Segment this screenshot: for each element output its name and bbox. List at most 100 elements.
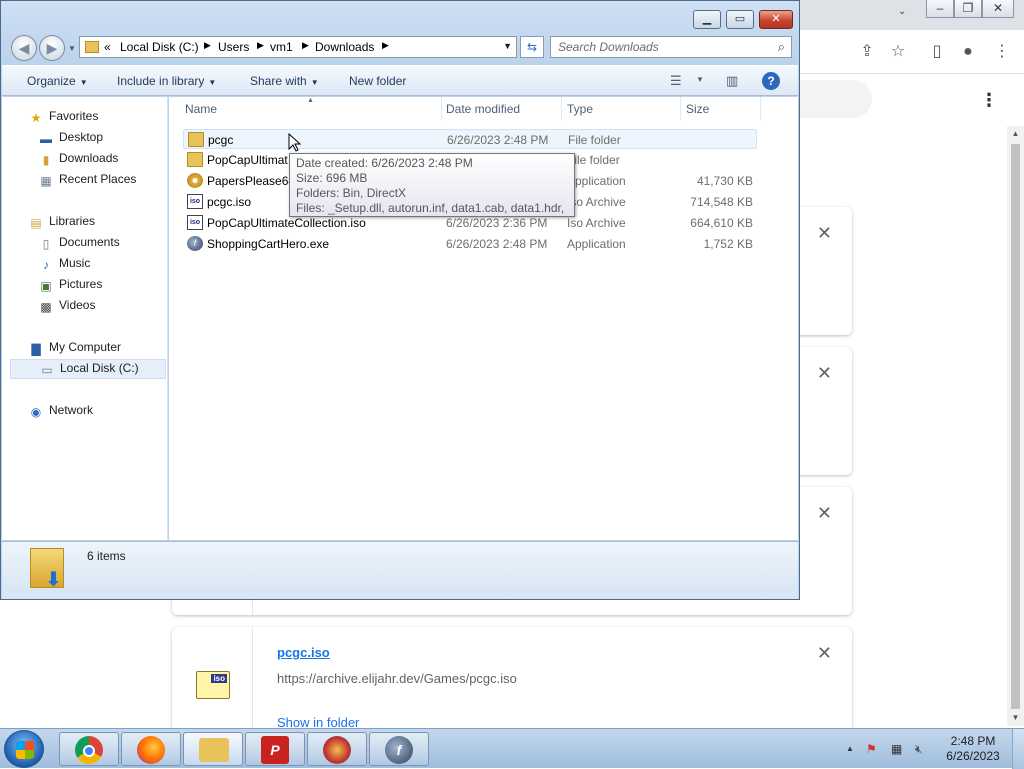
tooltip-date-created: Date created: 6/26/2023 2:48 PM	[296, 156, 473, 170]
share-with-label: Share with	[250, 74, 307, 88]
breadcrumb-arrow-icon[interactable]: ▶	[204, 40, 211, 51]
breadcrumb-local-disk[interactable]: Local Disk (C:)	[120, 40, 199, 54]
nav-music[interactable]: ♪ Music	[38, 256, 90, 274]
remove-download-close-icon[interactable]: ✕	[817, 503, 832, 524]
column-divider[interactable]	[441, 97, 442, 121]
start-button[interactable]	[4, 730, 44, 768]
search-icon[interactable]: ⌕	[778, 39, 785, 55]
tooltip-folders: Folders: Bin, DirectX	[296, 186, 407, 200]
recent-pages-chevron-icon[interactable]: ▼	[68, 44, 76, 53]
address-bar[interactable]: « Local Disk (C:) ▶ Users ▶ vm1 ▶ Downlo…	[79, 36, 517, 58]
column-divider[interactable]	[561, 97, 562, 121]
column-header-type[interactable]: Type	[567, 102, 593, 116]
chrome-menu-icon[interactable]: ⋮	[992, 42, 1012, 62]
download-file-name-link[interactable]: pcgc.iso	[277, 645, 330, 660]
breadcrumb-overflow[interactable]: «	[104, 40, 111, 54]
help-icon[interactable]: ?	[762, 72, 780, 90]
chrome-restore-button[interactable]: ❐	[954, 0, 982, 18]
preview-pane-icon[interactable]: ▥	[726, 73, 738, 89]
nav-favorites[interactable]: ★ Favorites	[28, 109, 99, 127]
new-folder-button[interactable]: New folder	[349, 74, 406, 88]
taskbar-firefox-button[interactable]	[121, 732, 181, 766]
nav-recent-places[interactable]: ▦ Recent Places	[38, 172, 136, 190]
breadcrumb-arrow-icon[interactable]: ▶	[382, 40, 389, 51]
nav-label: Recent Places	[59, 172, 137, 186]
nav-downloads[interactable]: ▮ Downloads	[38, 151, 119, 169]
file-row-pcgc[interactable]: pcgc 6/26/2023 2:48 PM File folder	[183, 129, 757, 149]
tab-search-chevron-icon[interactable]: ⌄	[898, 6, 906, 17]
organize-button[interactable]: Organize ▼	[27, 74, 88, 88]
address-history-dropdown-icon[interactable]: ▼	[503, 41, 512, 51]
profile-avatar-icon[interactable]: ●	[958, 42, 978, 62]
scrollbar-thumb[interactable]	[1011, 144, 1020, 709]
column-divider[interactable]	[760, 97, 761, 121]
downloads-scrollbar[interactable]: ▲ ▼	[1007, 126, 1024, 726]
forward-button[interactable]: ▶	[39, 35, 65, 61]
remove-download-close-icon[interactable]: ✕	[817, 643, 832, 664]
close-button[interactable]: ✕	[759, 10, 793, 29]
taskbar-app-p-button[interactable]: P	[245, 732, 305, 766]
column-header-date-modified[interactable]: Date modified	[446, 102, 520, 116]
chrome-close-button[interactable]: ✕	[982, 0, 1014, 18]
scroll-up-arrow-icon[interactable]: ▲	[1007, 126, 1024, 142]
remove-download-close-icon[interactable]: ✕	[817, 223, 832, 244]
network-tray-icon[interactable]: ▦	[891, 742, 902, 756]
folder-icon	[85, 41, 99, 53]
maximize-button[interactable]: ▭	[726, 10, 754, 29]
action-center-flag-icon[interactable]: ⚑	[866, 742, 877, 756]
view-options-icon[interactable]: ☰	[670, 73, 682, 89]
taskbar-popcap-button[interactable]	[307, 732, 367, 766]
nav-my-computer[interactable]: ▇ My Computer	[28, 340, 121, 358]
include-in-library-button[interactable]: Include in library ▼	[117, 74, 216, 88]
show-desktop-button[interactable]	[1012, 729, 1024, 769]
share-with-button[interactable]: Share with ▼	[250, 74, 319, 88]
show-hidden-icons-chevron-icon[interactable]: ▲	[846, 744, 854, 753]
breadcrumb-arrow-icon[interactable]: ▶	[257, 40, 264, 51]
file-type: Application	[567, 237, 626, 251]
back-button[interactable]: ◀	[11, 35, 37, 61]
taskbar-explorer-button[interactable]	[183, 732, 243, 766]
scroll-down-arrow-icon[interactable]: ▼	[1007, 710, 1024, 726]
nav-libraries[interactable]: ▤ Libraries	[28, 214, 95, 232]
file-date: 6/26/2023 2:48 PM	[447, 133, 549, 147]
breadcrumb-vm1[interactable]: vm1	[270, 40, 293, 54]
nav-videos[interactable]: ▩ Videos	[38, 298, 95, 316]
clock-time: 2:48 PM	[950, 734, 996, 748]
view-dropdown-chevron-icon[interactable]: ▼	[696, 75, 704, 84]
remove-download-close-icon[interactable]: ✕	[817, 363, 832, 384]
refresh-button[interactable]: ⇆	[520, 36, 544, 58]
taskbar-chrome-button[interactable]	[59, 732, 119, 766]
chrome-minimize-button[interactable]: –	[926, 0, 954, 18]
column-header-size[interactable]: Size	[686, 102, 709, 116]
nav-pictures[interactable]: ▣ Pictures	[38, 277, 102, 295]
nav-desktop[interactable]: ▬ Desktop	[38, 130, 103, 148]
breadcrumb-arrow-icon[interactable]: ▶	[302, 40, 309, 51]
card-divider	[252, 627, 253, 737]
clock[interactable]: 2:48 PM 6/26/2023	[940, 734, 1006, 764]
search-input[interactable]: Search Downloads ⌕	[550, 36, 792, 58]
volume-muted-icon[interactable]: 🔇︎	[915, 742, 923, 757]
chevron-down-icon: ▼	[310, 78, 319, 87]
navigation-pane: ★ Favorites ▬ Desktop ▮ Downloads ▦ Recent P…	[2, 97, 168, 540]
nav-local-disk[interactable]: ▭ Local Disk (C:)	[10, 359, 166, 379]
side-panel-icon[interactable]: ▯	[927, 42, 947, 62]
column-divider[interactable]	[680, 97, 681, 121]
breadcrumb-users[interactable]: Users	[218, 40, 249, 54]
file-type: Application	[567, 174, 626, 188]
nav-network[interactable]: ◉ Network	[28, 403, 93, 421]
sort-ascending-icon: ▲	[307, 97, 314, 104]
iso-archive-icon: iso	[187, 194, 203, 209]
taskbar-flash-button[interactable]: f	[369, 732, 429, 766]
nav-label: Libraries	[49, 214, 96, 228]
nav-documents[interactable]: ▯ Documents	[38, 235, 120, 253]
file-name: pcgc	[208, 133, 234, 147]
file-row-shoppingcarthero[interactable]: f ShoppingCartHero.exe 6/26/2023 2:48 PM…	[183, 234, 757, 254]
downloads-menu-icon[interactable]: ⋮	[980, 90, 998, 111]
bookmark-star-icon[interactable]: ☆	[888, 42, 908, 62]
share-icon[interactable]: ⇪	[857, 42, 877, 62]
nav-label: Music	[59, 256, 91, 270]
column-header-name[interactable]: Name	[185, 102, 217, 116]
breadcrumb-downloads[interactable]: Downloads	[315, 40, 374, 54]
file-size: 41,730 KB	[696, 174, 753, 188]
minimize-button[interactable]: ▁	[693, 10, 721, 29]
